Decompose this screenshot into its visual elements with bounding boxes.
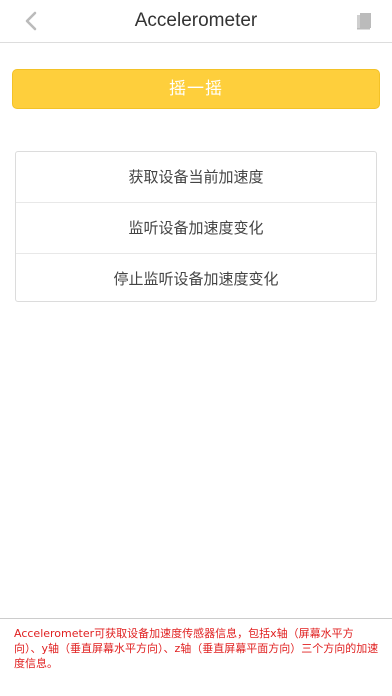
page-title: Accelerometer — [134, 10, 258, 31]
accelerometer-action-list: 获取设备当前加速度 监听设备加速度变化 停止监听设备加速度变化 — [15, 151, 377, 302]
shake-button[interactable]: 摇一摇 — [12, 69, 380, 109]
stop-listen-acceleration-item[interactable]: 停止监听设备加速度变化 — [16, 254, 376, 304]
footer-divider — [0, 618, 392, 619]
get-current-acceleration-item[interactable]: 获取设备当前加速度 — [16, 152, 376, 203]
book-icon[interactable] — [356, 12, 372, 30]
navigation-bar: Accelerometer — [0, 0, 392, 43]
start-listen-acceleration-item[interactable]: 监听设备加速度变化 — [16, 203, 376, 254]
api-description: Accelerometer可获取设备加速度传感器信息，包括x轴（屏幕水平方向）、… — [14, 627, 379, 670]
